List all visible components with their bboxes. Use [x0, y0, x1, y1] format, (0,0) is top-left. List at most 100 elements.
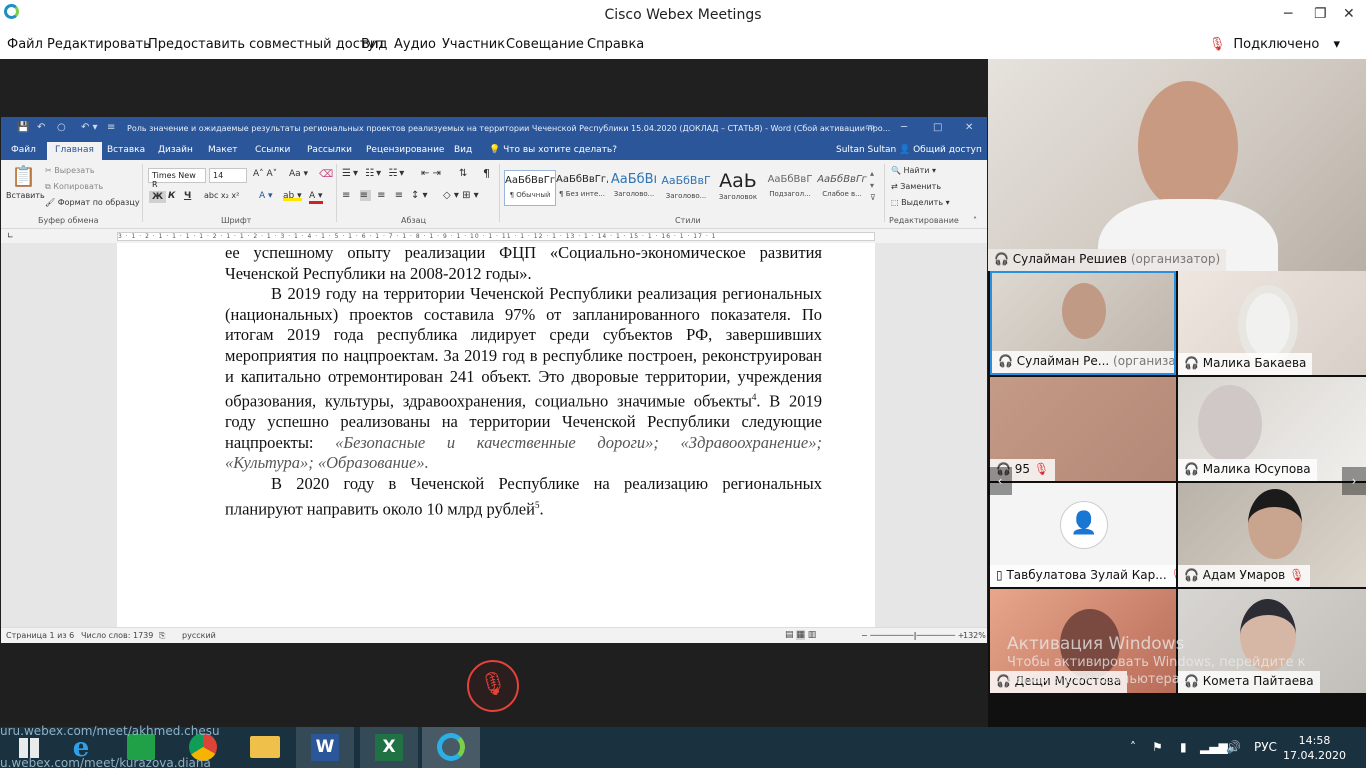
flag-icon[interactable]: ⚑: [1152, 740, 1163, 754]
document-text[interactable]: ее успешному опыту реализации ФЦП «Социа…: [225, 243, 822, 520]
word-minimize-icon[interactable]: ─: [901, 122, 907, 133]
sort-button[interactable]: ⇅: [459, 168, 467, 179]
scroll-left-icon[interactable]: ‹: [988, 467, 1012, 495]
style-no-spacing[interactable]: АаБбВвГг, ¶ Без инте...: [556, 170, 608, 206]
participant-tile[interactable]: 🎧 95 🎙: [990, 377, 1176, 481]
battery-icon[interactable]: ▮: [1180, 740, 1187, 754]
volume-icon[interactable]: 🔊: [1226, 740, 1241, 754]
share-button[interactable]: 👤 Общий доступ: [899, 145, 982, 155]
tab-design[interactable]: Дизайн: [158, 145, 193, 155]
ruler-scale[interactable]: 3 · 1 · 2 · 1 · 1 · 1 · 1 · 2 · 1 · 1 · …: [117, 232, 875, 241]
tab-selector-icon[interactable]: ∟: [7, 231, 14, 240]
tab-layout[interactable]: Макет: [208, 145, 238, 155]
menu-participant[interactable]: Участник: [442, 37, 505, 52]
underline-button[interactable]: Ч: [184, 191, 191, 201]
font-name-box[interactable]: Times New R: [148, 168, 206, 189]
connection-status[interactable]: 🎙 Подключено ▾: [1209, 37, 1340, 52]
menu-audio[interactable]: Аудио: [394, 37, 436, 52]
clear-format-icon[interactable]: ⌫: [319, 169, 333, 180]
style-normal[interactable]: АаБбВвГг, ¶ Обычный: [504, 170, 556, 206]
close-button[interactable]: ✕: [1343, 6, 1355, 22]
menu-edit[interactable]: Редактировать: [47, 37, 151, 52]
taskbar-explorer[interactable]: [236, 727, 294, 768]
zoom-slider[interactable]: − ─────────|──────── +: [861, 631, 964, 640]
tab-view[interactable]: Вид: [454, 145, 472, 155]
taskbar-word[interactable]: W: [296, 727, 354, 768]
taskbar-webex[interactable]: [422, 727, 480, 768]
participant-tile[interactable]: 🎧 Сулайман Ре... (организатор): [990, 271, 1176, 375]
word-user-name[interactable]: Sultan Sultan: [836, 145, 896, 155]
cut-button[interactable]: ✂ Вырезать: [45, 166, 95, 175]
redo-icon[interactable]: ○: [57, 122, 66, 133]
select-button[interactable]: ⬚ Выделить ▾: [891, 198, 950, 207]
undo-icon[interactable]: ↶: [37, 122, 45, 133]
style-heading-2[interactable]: АаБбВвГ Заголово...: [660, 170, 712, 206]
shading-border-buttons[interactable]: ◇ ▾ ⊞ ▾: [443, 190, 479, 201]
document-page[interactable]: ее успешному опыту реализации ФЦП «Социа…: [117, 243, 875, 627]
system-clock[interactable]: 14:58 17.04.2020: [1283, 733, 1346, 763]
text-effects-button[interactable]: A ▾: [259, 191, 273, 201]
format-painter-button[interactable]: 🖌 Формат по образцу: [45, 198, 140, 207]
italic-button[interactable]: К: [168, 191, 175, 201]
save-icon[interactable]: 💾: [17, 122, 29, 133]
menu-share[interactable]: Предоставить совместный доступ: [148, 37, 384, 52]
show-marks-button[interactable]: ¶: [483, 167, 490, 180]
scroll-right-icon[interactable]: ›: [1342, 467, 1366, 495]
word-window[interactable]: 💾 ↶ ○ ↶ ▾ ≡ Роль значение и ожидаемые ре…: [1, 117, 987, 643]
tab-references[interactable]: Ссылки: [255, 145, 290, 155]
tab-insert[interactable]: Вставка: [107, 145, 145, 155]
word-close-icon[interactable]: ✕: [965, 122, 973, 133]
show-hidden-icons[interactable]: ˄: [1130, 740, 1136, 754]
proofing-icon[interactable]: ⎘: [159, 631, 165, 641]
styles-scroll-icon[interactable]: ▴ ▾ ⊽: [870, 168, 876, 204]
zoom-level[interactable]: 132%: [963, 631, 986, 640]
bold-button[interactable]: Ж: [149, 191, 167, 203]
minimize-button[interactable]: ─: [1284, 6, 1292, 22]
copy-button[interactable]: ⧉ Копировать: [45, 182, 103, 192]
document-area[interactable]: ее успешному опыту реализации ФЦП «Социа…: [1, 243, 987, 627]
font-grow-shrink-buttons[interactable]: A˄ A˅: [253, 169, 277, 179]
replace-button[interactable]: ⇄ Заменить: [891, 182, 941, 191]
highlight-button[interactable]: ab ▾: [283, 191, 302, 201]
participant-tile[interactable]: 🎧 Дещи Мусостова: [990, 589, 1176, 693]
indent-buttons[interactable]: ⇤ ⇥: [421, 168, 441, 179]
participant-tile[interactable]: 👤 ▯ Тавбулатова Зулай Кар... 🎙: [990, 483, 1176, 587]
style-heading-1[interactable]: АаБбВı Заголово...: [608, 170, 660, 206]
page-count[interactable]: Страница 1 из 6: [6, 631, 74, 640]
style-subtle-emphasis[interactable]: АаБбВвГг Слабое в...: [816, 170, 868, 206]
active-speaker-video[interactable]: 🎧 Сулайман Решиев (организатор): [988, 59, 1366, 271]
customize-qat-icon[interactable]: ≡: [107, 122, 115, 133]
line-spacing-button[interactable]: ↕ ▾: [411, 190, 428, 201]
language-status[interactable]: русский: [182, 631, 216, 640]
align-buttons[interactable]: ≡ ≡ ≡ ≡: [342, 190, 406, 201]
maximize-button[interactable]: ❐: [1314, 6, 1327, 22]
tab-home[interactable]: Главная: [47, 142, 102, 160]
style-title[interactable]: АаЬ Заголовок: [712, 170, 764, 206]
participant-tile[interactable]: 🎧 Комета Пайтаева: [1178, 589, 1366, 693]
paste-icon[interactable]: 📋: [11, 164, 36, 188]
change-case-button[interactable]: Aa ▾: [289, 169, 308, 179]
tab-file[interactable]: Файл: [11, 145, 36, 155]
network-icon[interactable]: ▂▄▆: [1200, 740, 1228, 754]
menu-help[interactable]: Справка: [587, 37, 644, 52]
ribbon-display-icon[interactable]: ▭: [865, 122, 874, 133]
language-indicator[interactable]: РУС: [1254, 740, 1277, 754]
style-subtitle[interactable]: АаБбВвГ Подзагол...: [764, 170, 816, 206]
word-maximize-icon[interactable]: □: [933, 122, 942, 133]
find-button[interactable]: 🔍 Найти ▾: [891, 166, 936, 175]
undo-arrow-icon[interactable]: ↶ ▾: [81, 122, 98, 133]
collapse-ribbon-icon[interactable]: ˄: [973, 216, 977, 225]
tab-review[interactable]: Рецензирование: [366, 145, 444, 155]
list-buttons[interactable]: ☰▾ ☷▾ ☵▾: [342, 168, 406, 179]
tell-me-box[interactable]: 💡 Что вы хотите сделать?: [489, 145, 617, 155]
font-color-button[interactable]: A ▾: [309, 191, 323, 204]
menu-view[interactable]: Вид: [361, 37, 387, 52]
participant-tile[interactable]: 🎧 Малика Бакаева: [1178, 271, 1366, 375]
menu-file[interactable]: Файл: [7, 37, 43, 52]
strike-sub-sup-buttons[interactable]: abc x₂ x²: [204, 191, 239, 200]
taskbar-excel[interactable]: X: [360, 727, 418, 768]
view-mode-icons[interactable]: ▤ ▦ ▥: [785, 630, 816, 640]
word-count[interactable]: Число слов: 1739: [81, 631, 153, 640]
participant-tile[interactable]: 🎧 Адам Умаров 🎙: [1178, 483, 1366, 587]
font-size-box[interactable]: 14: [209, 168, 247, 183]
